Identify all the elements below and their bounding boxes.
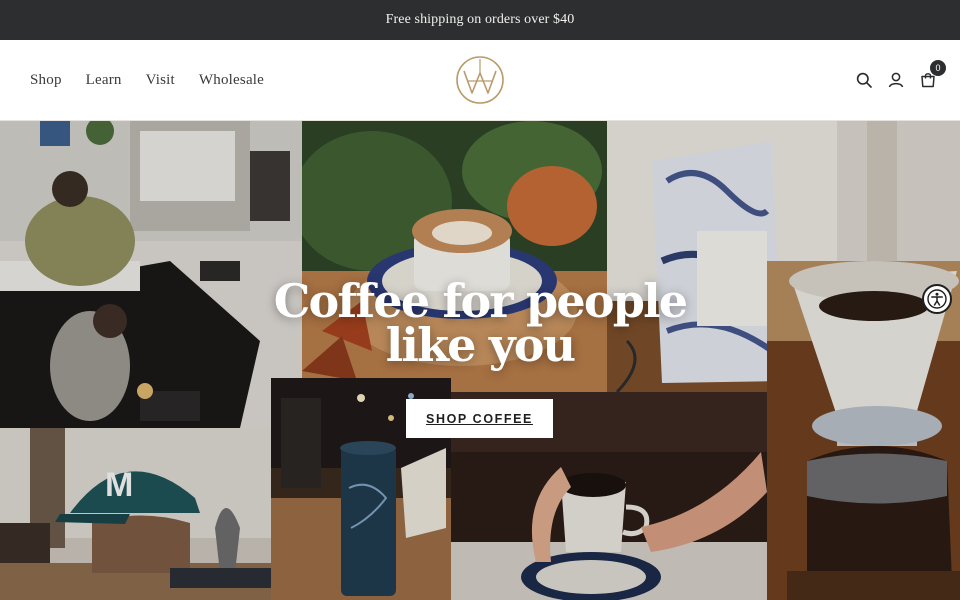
announcement-text: Free shipping on orders over $40 (385, 12, 575, 27)
nav-item-wholesale[interactable]: Wholesale (199, 72, 264, 89)
nav-item-learn[interactable]: Learn (86, 72, 122, 89)
logo-icon[interactable] (455, 55, 505, 105)
nav-item-shop[interactable]: Shop (30, 72, 62, 89)
cart-button[interactable]: 0 (920, 60, 946, 88)
announcement-bar: Free shipping on orders over $40 (0, 0, 960, 40)
photo-hat: M (0, 428, 271, 600)
site-header: Shop Learn Visit Wholesale 0 (0, 40, 960, 121)
search-icon[interactable] (856, 72, 872, 88)
main-nav: Shop Learn Visit Wholesale (30, 40, 264, 120)
account-icon[interactable] (888, 72, 904, 88)
hero-title-line-2: like you (385, 318, 576, 372)
cart-count-badge: 0 (930, 60, 946, 76)
photo-baristas (0, 121, 302, 428)
svg-text:M: M (105, 466, 133, 504)
hero-banner: M Coffee for people like you SHOP COFFEE (0, 121, 960, 600)
nav-item-visit[interactable]: Visit (146, 72, 175, 89)
hero-title-line-1: Coffee for people (273, 274, 688, 328)
shop-coffee-button[interactable]: SHOP COFFEE (406, 399, 553, 438)
header-actions: 0 (856, 40, 946, 120)
accessibility-icon (927, 289, 947, 309)
accessibility-button[interactable] (922, 284, 952, 314)
hero-title: Coffee for people like you (0, 274, 960, 372)
